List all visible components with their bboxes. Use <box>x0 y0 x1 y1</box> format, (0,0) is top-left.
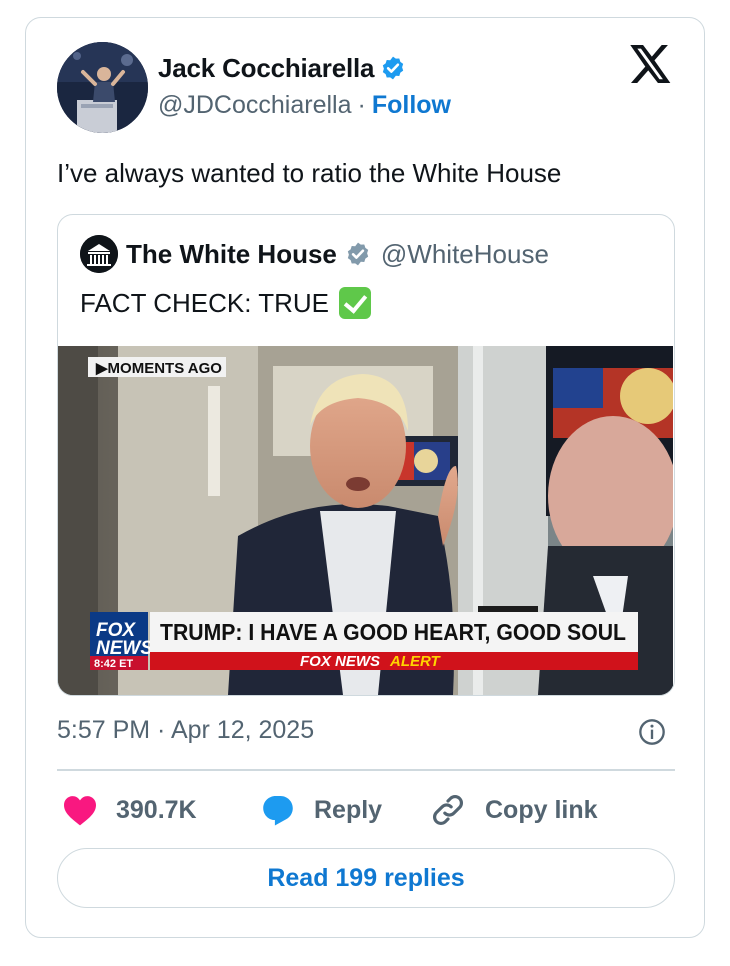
reply-bubble-icon <box>263 795 293 826</box>
video-thumbnail[interactable]: ▶MOMENTS AGO FOX NEWS 8:42 ET TRUMP: I H… <box>58 346 673 695</box>
author-handle-row: @JDCocchiarella · Follow <box>158 91 451 120</box>
reply-button[interactable]: Reply <box>260 790 382 830</box>
white-house-building-icon <box>80 235 118 273</box>
heart-icon <box>64 796 96 826</box>
author-avatar[interactable] <box>57 42 148 133</box>
copy-link-button[interactable]: Copy link <box>429 790 598 830</box>
tweet-text: I’ve always wanted to ratio the White Ho… <box>57 158 562 188</box>
gray-verified-badge-icon <box>347 242 369 266</box>
fox-logo-line2: NEWS <box>96 638 153 659</box>
verified-badge-icon <box>383 56 404 80</box>
separator-dot: · <box>357 91 366 119</box>
quoted-header: The White House @WhiteHouse <box>80 235 549 273</box>
chyron-headline: TRUMP: I HAVE A GOOD HEART, GOOD SOUL <box>160 619 626 645</box>
copy-link-label: Copy link <box>485 795 598 824</box>
fox-news-alert-word: ALERT <box>389 653 442 670</box>
link-icon <box>433 795 463 825</box>
tweet-timestamp[interactable]: 5:57 PM · Apr 12, 2025 <box>57 716 314 745</box>
quoted-author-handle[interactable]: @WhiteHouse <box>381 239 549 270</box>
check-mark-emoji-icon <box>338 287 371 319</box>
quoted-text-row: FACT CHECK: TRUE <box>80 287 371 319</box>
reply-label: Reply <box>314 795 383 824</box>
author-name-row: Jack Cocchiarella <box>158 51 406 85</box>
quoted-tweet[interactable]: The White House @WhiteHouse FACT CHECK: … <box>57 214 675 696</box>
moments-ago-tag: ▶MOMENTS AGO <box>95 360 222 377</box>
fox-news-alert-brand: FOX NEWS <box>300 653 380 670</box>
x-logo-icon[interactable] <box>630 45 672 83</box>
white-house-avatar[interactable] <box>80 235 118 273</box>
quoted-text: FACT CHECK: TRUE <box>80 287 329 318</box>
follow-button[interactable]: Follow <box>372 91 451 120</box>
like-button[interactable]: 390.7K <box>62 790 197 830</box>
quoted-author-name[interactable]: The White House <box>126 239 337 270</box>
tweet-card: Jack Cocchiarella @JDCocchiarella · Foll… <box>25 17 705 938</box>
divider <box>57 769 675 771</box>
broadcast-time: 8:42 ET <box>94 658 133 670</box>
author-name[interactable]: Jack Cocchiarella <box>158 53 374 84</box>
read-replies-button[interactable]: Read 199 replies <box>57 848 675 908</box>
info-icon[interactable] <box>638 718 666 746</box>
like-count: 390.7K <box>116 795 197 824</box>
author-handle[interactable]: @JDCocchiarella <box>158 91 352 120</box>
news-broadcast-image: ▶MOMENTS AGO FOX NEWS 8:42 ET TRUMP: I H… <box>58 346 673 695</box>
